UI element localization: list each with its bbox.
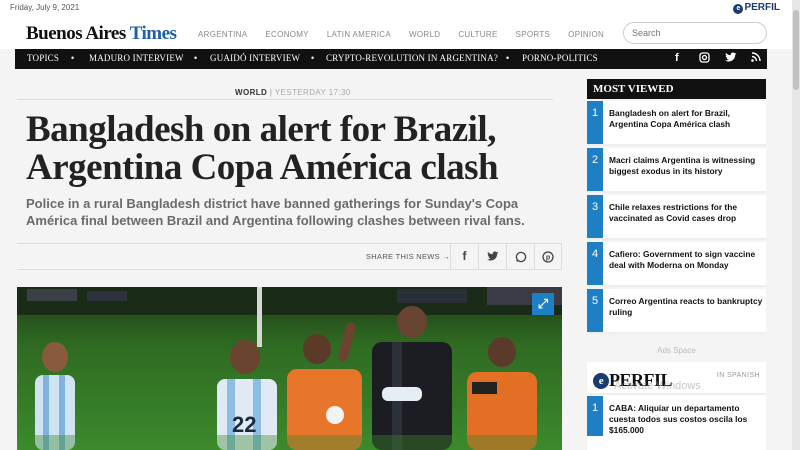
most-viewed-item[interactable]: 1 Bangladesh on alert for Brazil, Argent… — [587, 101, 766, 146]
svg-text:p: p — [546, 254, 550, 261]
windows-activation-watermark: Activate Windows — [614, 380, 701, 392]
share-whatsapp-icon[interactable] — [506, 244, 534, 269]
divider — [17, 99, 553, 100]
main-nav: ARGENTINA ECONOMY LATIN AMERICA WORLD CU… — [198, 30, 622, 39]
perfil-item[interactable]: 1 CABA: Aliquiar un departamento cuesta … — [587, 396, 766, 436]
expand-icon[interactable]: ⤢ — [532, 293, 554, 315]
nav-economy[interactable]: ECONOMY — [265, 30, 308, 39]
rank-number: 1 — [587, 101, 603, 144]
topic-crypto-revolution[interactable]: CRYPTO-REVOLUTION IN ARGENTINA? — [326, 53, 498, 63]
instagram-icon[interactable] — [699, 52, 710, 66]
most-viewed-link[interactable]: Bangladesh on alert for Brazil, Argentin… — [609, 108, 763, 130]
topic-maduro-interview[interactable]: MADURO INTERVIEW — [89, 53, 184, 63]
nav-sports[interactable]: SPORTS — [516, 30, 551, 39]
article-time: YESTERDAY 17:30 — [274, 88, 351, 97]
scrollbar-thumb[interactable] — [793, 10, 799, 90]
most-viewed-link[interactable]: Correo Argentina reacts to bankruptcy ru… — [609, 296, 763, 318]
search-box[interactable] — [623, 22, 767, 44]
article-headline: Bangladesh on alert for Brazil, Argentin… — [26, 109, 499, 188]
perfil-widget: e PERFIL IN SPANISH 1 CABA: Aliquiar un d… — [587, 362, 766, 450]
rank-number: 1 — [587, 396, 603, 436]
site-header: Buenos Aires Times ARGENTINA ECONOMY LAT… — [0, 16, 792, 49]
in-spanish-label: IN SPANISH — [716, 372, 760, 379]
facebook-icon[interactable]: f — [675, 52, 679, 64]
svg-text:22: 22 — [232, 412, 256, 437]
most-viewed-item[interactable]: 4 Cafiero: Government to sign vaccine de… — [587, 242, 766, 287]
most-viewed-item[interactable]: 5 Correo Argentina reacts to bankruptcy … — [587, 289, 766, 334]
rank-number: 3 — [587, 195, 603, 238]
most-viewed-link[interactable]: Cafiero: Government to sign vaccine deal… — [609, 249, 763, 271]
topics-bar: TOPICS • MADURO INTERVIEW • GUAIDÓ INTER… — [15, 49, 767, 69]
share-label: SHARE THIS NEWS → — [366, 252, 451, 261]
perfil-link[interactable]: CABA: Aliquiar un departamento cuesta to… — [609, 403, 763, 436]
topic-porno-politics[interactable]: PORNO-POLITICS — [522, 53, 598, 63]
nav-opinion[interactable]: OPINION — [568, 30, 604, 39]
topic-guaido-interview[interactable]: GUAIDÓ INTERVIEW — [210, 53, 300, 63]
share-pinterest-icon[interactable]: p — [534, 244, 562, 269]
most-viewed-link[interactable]: Chile relaxes restrictions for the vacci… — [609, 202, 763, 224]
perfil-logo[interactable]: e PERFIL — [733, 2, 780, 14]
nav-culture[interactable]: CULTURE — [458, 30, 497, 39]
nav-latin-america[interactable]: LATIN AMERICA — [327, 30, 391, 39]
nav-argentina[interactable]: ARGENTINA — [198, 30, 247, 39]
most-viewed-item[interactable]: 3 Chile relaxes restrictions for the vac… — [587, 195, 766, 240]
share-twitter-icon[interactable] — [478, 244, 506, 269]
article-section[interactable]: WORLD — [235, 88, 267, 97]
top-utility-bar: Friday, July 9, 2021 e PERFIL — [0, 0, 792, 16]
article-photo[interactable]: 22 ⤢ — [17, 287, 562, 450]
most-viewed-item[interactable]: 2 Macri claims Argentina is witnessing b… — [587, 148, 766, 193]
photo-scene: 22 — [17, 287, 562, 450]
article-dek: Police in a rural Bangladesh district ha… — [26, 196, 525, 228]
most-viewed-title: MOST VIEWED — [587, 79, 766, 99]
nav-world[interactable]: WORLD — [409, 30, 440, 39]
page-scrollbar[interactable] — [792, 0, 800, 450]
site-logo[interactable]: Buenos Aires Times — [26, 23, 177, 45]
twitter-icon[interactable] — [725, 52, 737, 66]
rank-number: 2 — [587, 148, 603, 191]
share-bar: SHARE THIS NEWS → f p — [17, 244, 562, 270]
article-kicker: WORLD | YESTERDAY 17:30 — [235, 88, 351, 97]
rank-number: 5 — [587, 289, 603, 332]
rank-number: 4 — [587, 242, 603, 285]
topics-label: TOPICS — [27, 53, 60, 63]
search-input[interactable] — [624, 23, 766, 43]
divider — [17, 269, 562, 270]
share-facebook-icon[interactable]: f — [450, 244, 478, 269]
ads-space-label: Ads Space — [657, 346, 696, 355]
rss-icon[interactable] — [751, 52, 761, 65]
current-date: Friday, July 9, 2021 — [10, 3, 80, 12]
most-viewed-link[interactable]: Macri claims Argentina is witnessing big… — [609, 155, 763, 177]
